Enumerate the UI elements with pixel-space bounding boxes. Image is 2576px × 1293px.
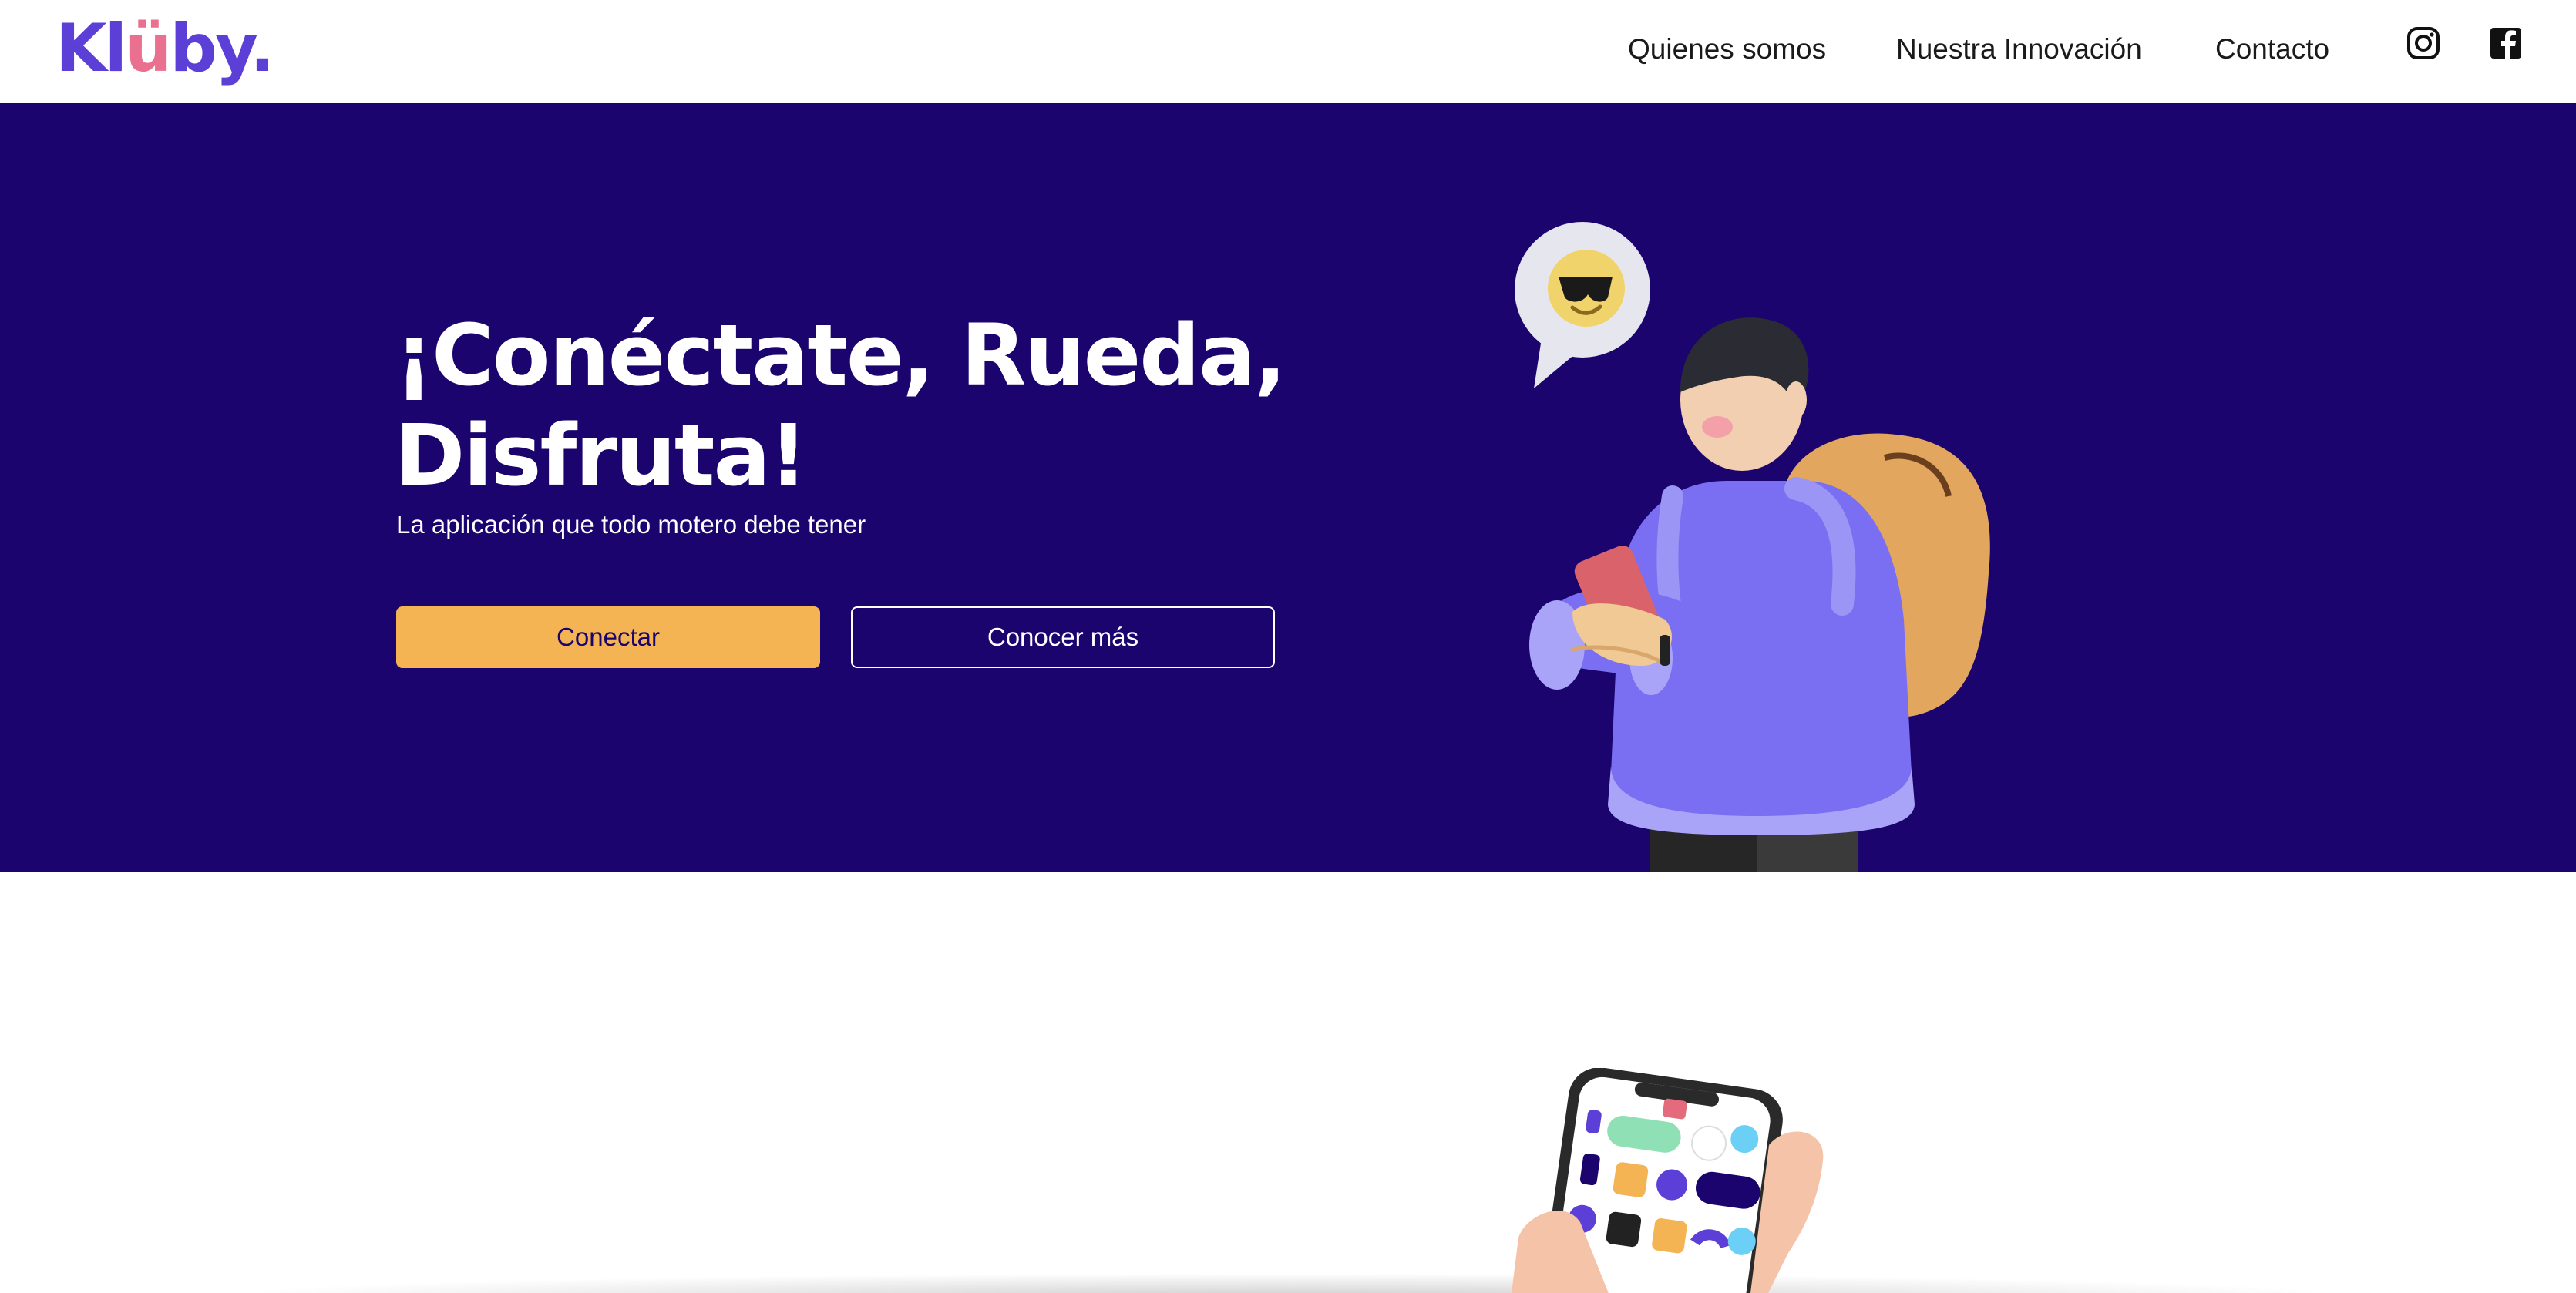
nav-link-contacto[interactable]: Contacto (2215, 28, 2329, 71)
site-header: Klüby. Quienes somos Nuestra Innovación … (0, 0, 2576, 103)
hero-section: ¡Conéctate, Rueda, Disfruta! La aplicaci… (0, 103, 2576, 872)
conocer-mas-button[interactable]: Conocer más (851, 606, 1275, 668)
nav-link-quienes-somos[interactable]: Quienes somos (1628, 28, 1826, 71)
facebook-icon[interactable] (2487, 25, 2526, 63)
kluby-logo[interactable]: Klüby. (55, 6, 275, 91)
phone-mockup-image (1512, 1068, 1824, 1293)
hero-title-line2: Disfruta! (395, 406, 808, 505)
hero-title-line1: ¡Conéctate, Rueda, (395, 306, 1286, 405)
hero-subtitle: La aplicación que todo motero debe tener (396, 510, 866, 539)
hero-title: ¡Conéctate, Rueda, Disfruta! (395, 305, 1320, 505)
instagram-icon[interactable] (2405, 25, 2443, 63)
app-preview-section (0, 872, 2576, 1293)
character-illustration (1515, 222, 1990, 872)
nav-link-nuestra-innovacion[interactable]: Nuestra Innovación (1896, 28, 2142, 71)
card-shadow (208, 1273, 2366, 1293)
speech-bubble-icon (1515, 222, 1650, 388)
conectar-button[interactable]: Conectar (396, 606, 820, 668)
